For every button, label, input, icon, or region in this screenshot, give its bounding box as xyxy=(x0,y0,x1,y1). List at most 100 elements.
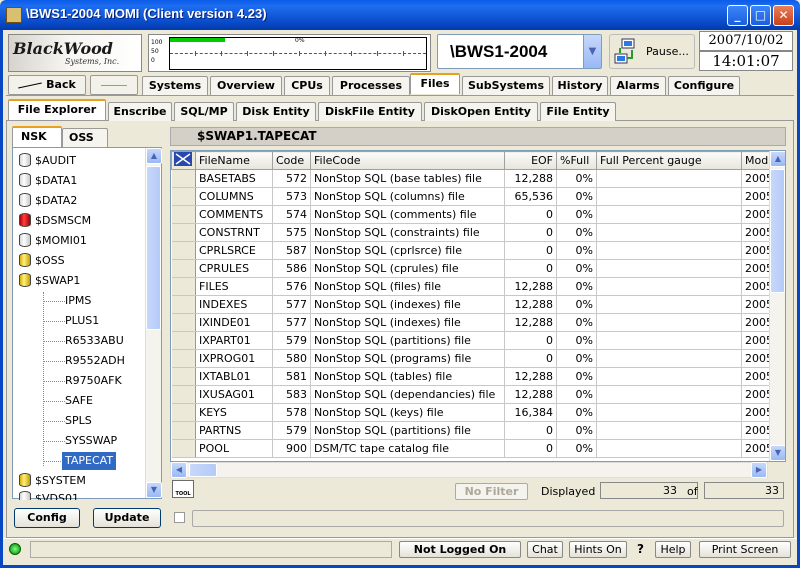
config-button[interactable]: Config xyxy=(14,508,80,528)
row-selector[interactable] xyxy=(171,295,196,314)
tree-subvol[interactable]: SAFE xyxy=(65,392,93,410)
tree-volume[interactable]: $SYSTEM xyxy=(19,472,86,490)
row-selector[interactable] xyxy=(171,385,196,404)
back-button[interactable]: Back xyxy=(8,75,86,95)
table-row[interactable]: POOL 900 DSM/TC tape catalog file 0 0% 2005 xyxy=(171,439,777,458)
minimize-button[interactable]: _ xyxy=(727,5,748,26)
tree-subvol[interactable]: R9552ADH xyxy=(65,352,125,370)
col-eof[interactable]: EOF xyxy=(504,151,557,170)
help-button[interactable]: Help xyxy=(655,541,691,558)
table-row[interactable]: INDEXES 577 NonStop SQL (indexes) file 12,2… xyxy=(171,295,777,314)
tab-alarms[interactable]: Alarms xyxy=(610,76,666,95)
update-button[interactable]: Update xyxy=(93,508,161,528)
subtab-sqlmp[interactable]: SQL/MP xyxy=(174,102,234,121)
tree-volume[interactable]: $DATA2 xyxy=(19,192,77,210)
hints-button[interactable]: Hints On xyxy=(569,541,627,558)
tree-volume[interactable]: $VDS01 xyxy=(19,490,79,500)
tree-subvol[interactable]: R9750AFK xyxy=(65,372,122,390)
tree-volume[interactable]: $DSMSCM xyxy=(19,212,91,230)
row-selector[interactable] xyxy=(171,241,196,260)
table-hscrollbar[interactable]: ◀ ▶ xyxy=(170,462,768,478)
scroll-thumb[interactable] xyxy=(189,463,217,477)
subtab-diskfile-entity[interactable]: DiskFile Entity xyxy=(318,102,422,121)
row-selector[interactable] xyxy=(171,331,196,350)
table-row[interactable]: IXPROG01 580 NonStop SQL (programs) file 0 0… xyxy=(171,349,777,368)
tree-subvol[interactable]: SPLS xyxy=(65,412,92,430)
subtab-disk-entity[interactable]: Disk Entity xyxy=(236,102,316,121)
volume-tree[interactable]: $AUDIT $DATA1 $DATA2 $DSMSCM $MOMI01 $OS… xyxy=(12,147,162,500)
tab-overview[interactable]: Overview xyxy=(210,76,282,95)
row-selector[interactable] xyxy=(171,403,196,422)
maximize-button[interactable]: □ xyxy=(750,5,771,26)
row-selector[interactable] xyxy=(171,223,196,242)
tab-history[interactable]: History xyxy=(552,76,608,95)
option-checkbox[interactable] xyxy=(174,512,185,523)
table-row[interactable]: IXPART01 579 NonStop SQL (partitions) file… xyxy=(171,331,777,350)
scroll-up-icon[interactable]: ▲ xyxy=(770,151,785,167)
col-filename[interactable]: FileName xyxy=(195,151,273,170)
table-row[interactable]: PARTNS 579 NonStop SQL (partitions) file 0 0… xyxy=(171,421,777,440)
help-question-icon[interactable]: ? xyxy=(637,542,644,556)
file-table[interactable]: FileName Code FileCode EOF %Full Full Pe… xyxy=(170,150,786,462)
table-scrollbar[interactable]: ▲ ▼ xyxy=(769,151,785,461)
tool-icon[interactable]: TOOL xyxy=(172,480,194,498)
table-row[interactable]: COMMENTS 574 NonStop SQL (comments) file 0 0… xyxy=(171,205,777,224)
row-selector[interactable] xyxy=(171,169,196,188)
tab-subsystems[interactable]: SubSystems xyxy=(462,76,550,95)
col-pctfull[interactable]: %Full xyxy=(556,151,597,170)
scroll-thumb[interactable] xyxy=(146,166,161,330)
chat-button[interactable]: Chat xyxy=(527,541,563,558)
tab-systems[interactable]: Systems xyxy=(142,76,208,95)
table-row[interactable]: CPRULES 586 NonStop SQL (cprules) file 0 0% 2… xyxy=(171,259,777,278)
subtab-enscribe[interactable]: Enscribe xyxy=(108,102,172,121)
tree-subvol-selected[interactable]: TAPECAT xyxy=(62,452,117,470)
row-selector[interactable] xyxy=(171,421,196,440)
table-row[interactable]: IXUSAG01 583 NonStop SQL (dependancies) fi… xyxy=(171,385,777,404)
scroll-left-icon[interactable]: ◀ xyxy=(171,462,187,478)
row-selector[interactable] xyxy=(171,205,196,224)
pause-button[interactable]: Pause... xyxy=(609,34,695,69)
tab-cpus[interactable]: CPUs xyxy=(284,76,330,95)
tab-processes[interactable]: Processes xyxy=(332,76,410,95)
tab-oss[interactable]: OSS xyxy=(62,128,108,147)
select-all-icon[interactable] xyxy=(171,151,196,170)
scroll-right-icon[interactable]: ▶ xyxy=(751,462,767,478)
system-selector[interactable]: \BWS1-2004 ▼ xyxy=(437,34,602,69)
tree-volume[interactable]: $MOMI01 xyxy=(19,232,87,250)
tab-configure[interactable]: Configure xyxy=(668,76,740,95)
scroll-down-icon[interactable]: ▼ xyxy=(146,482,162,498)
close-button[interactable]: ✕ xyxy=(773,5,794,26)
scroll-down-icon[interactable]: ▼ xyxy=(770,445,785,461)
subtab-file-explorer[interactable]: File Explorer xyxy=(8,99,106,120)
row-selector[interactable] xyxy=(171,187,196,206)
tree-subvol[interactable]: SYSSWAP xyxy=(65,432,117,450)
login-button[interactable]: Not Logged On xyxy=(399,541,521,558)
table-row[interactable]: CONSTRNT 575 NonStop SQL (constraints) fil… xyxy=(171,223,777,242)
col-full-gauge[interactable]: Full Percent gauge xyxy=(596,151,742,170)
tab-files[interactable]: Files xyxy=(410,73,460,94)
tree-subvol[interactable]: R6533ABU xyxy=(65,332,124,350)
tree-volume[interactable]: $AUDIT xyxy=(19,152,76,170)
subtab-diskopen-entity[interactable]: DiskOpen Entity xyxy=(424,102,538,121)
row-selector[interactable] xyxy=(171,367,196,386)
table-row[interactable]: KEYS 578 NonStop SQL (keys) file 16,384 0% 20… xyxy=(171,403,777,422)
row-selector[interactable] xyxy=(171,259,196,278)
table-row[interactable]: CPRLSRCE 587 NonStop SQL (cprlsrce) file 0 0… xyxy=(171,241,777,260)
table-row[interactable]: BASETABS 572 NonStop SQL (base tables) fil… xyxy=(171,169,777,188)
row-selector[interactable] xyxy=(171,439,196,458)
scroll-thumb[interactable] xyxy=(770,169,785,293)
row-selector[interactable] xyxy=(171,349,196,368)
tree-subvol[interactable]: PLUS1 xyxy=(65,312,99,330)
row-selector[interactable] xyxy=(171,277,196,296)
table-row[interactable]: IXTABL01 581 NonStop SQL (tables) file 12,2… xyxy=(171,367,777,386)
scroll-up-icon[interactable]: ▲ xyxy=(146,148,162,164)
table-row[interactable]: IXINDE01 577 NonStop SQL (indexes) file 12,… xyxy=(171,313,777,332)
chevron-down-icon[interactable]: ▼ xyxy=(583,35,601,68)
tree-volume[interactable]: $OSS xyxy=(19,252,65,270)
tree-volume[interactable]: $DATA1 xyxy=(19,172,77,190)
tree-subvol[interactable]: IPMS xyxy=(65,292,91,310)
no-filter-button[interactable]: No Filter xyxy=(455,483,528,500)
tree-scrollbar[interactable]: ▲ ▼ xyxy=(145,148,162,498)
tab-nsk[interactable]: NSK xyxy=(12,126,62,147)
forward-button[interactable] xyxy=(90,75,138,95)
